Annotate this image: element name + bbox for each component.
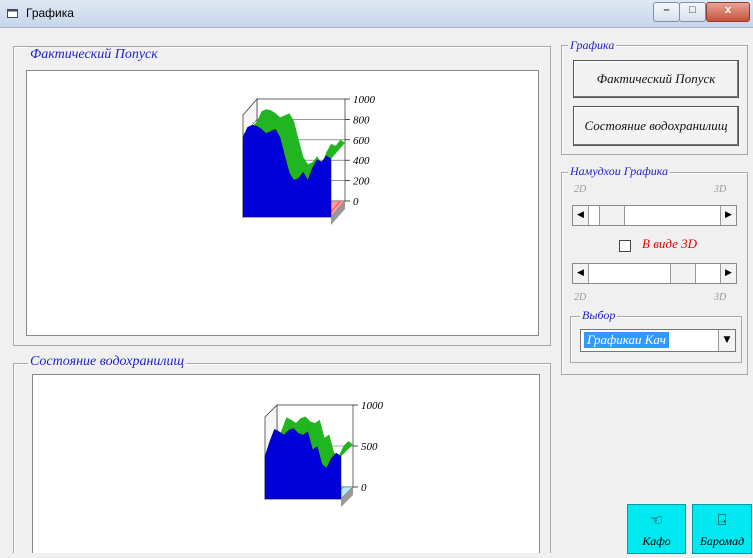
pointing-hand-icon: ☜ (649, 511, 664, 529)
y-tick-label: 1000 (361, 400, 384, 412)
maximize-icon: □ (689, 4, 696, 16)
maximize-button[interactable]: □ (679, 2, 706, 22)
y-tick-label: 800 (353, 114, 370, 126)
label-2d-top: 2D (574, 184, 587, 195)
baromad-label: Баромад (699, 534, 745, 548)
minimize-button[interactable]: – (653, 2, 680, 22)
chart-type-select[interactable]: Графикаи Кач ▼ (580, 329, 736, 352)
label-2d-bottom: 2D (574, 292, 587, 303)
view-slider-top[interactable]: ◀ ▶ (572, 205, 737, 226)
actual-release-legend: Фактический Попуск (28, 47, 160, 63)
choice-group-legend: Выбор (580, 308, 618, 323)
close-button[interactable]: x (706, 2, 750, 22)
y-tick-label: 1000 (353, 94, 376, 106)
y-tick-label: 600 (353, 135, 370, 147)
display-group-legend: Намудхои Графика (568, 164, 671, 179)
y-tick-label: 400 (353, 155, 370, 167)
chevron-down-icon[interactable]: ▼ (718, 330, 735, 351)
baromad-button[interactable]: ⍈ Баромад (692, 504, 752, 554)
slider-right-arrow-icon[interactable]: ▶ (720, 264, 736, 283)
actual-release-chart-panel: 1000 800 600 400 200 0 (26, 70, 539, 336)
slider-thumb[interactable] (669, 264, 696, 283)
y-tick-label: 0 (353, 196, 359, 208)
selected-value: Графикаи Кач (584, 332, 669, 348)
reservoir-state-chart-panel: 1000 500 0 (32, 374, 540, 553)
slider-thumb[interactable] (598, 206, 625, 225)
kafo-button[interactable]: ☜ Кафо (627, 504, 686, 554)
exit-door-icon: ⍈ (717, 511, 727, 529)
view-3d-checkbox-label: В виде 3D (642, 236, 697, 251)
title-bar: Графика – □ x (0, 0, 753, 28)
reservoir-state-legend: Состояние водохранилищ (28, 354, 187, 370)
label-3d-top: 3D (714, 184, 727, 195)
window-title: Графика (26, 6, 74, 20)
y-tick-label: 500 (361, 441, 378, 453)
slider-right-arrow-icon[interactable]: ▶ (720, 206, 736, 225)
minimize-icon: – (663, 4, 670, 16)
app-icon (7, 9, 18, 18)
close-icon: x (724, 4, 732, 16)
reservoir-state-chart: 1000 500 0 (264, 400, 384, 507)
y-tick-label: 0 (361, 482, 367, 494)
label-3d-bottom: 3D (714, 292, 727, 303)
view-3d-checkbox[interactable] (619, 240, 631, 252)
graphics-group-legend: Графика (568, 38, 617, 53)
actual-release-button[interactable]: Фактический Попуск (573, 60, 739, 98)
reservoir-state-button[interactable]: Состояние водохранилищ (573, 106, 739, 146)
y-tick-label: 200 (353, 176, 370, 188)
kafo-label: Кафо (642, 534, 671, 548)
view-slider-bottom[interactable]: ◀ ▶ (572, 263, 737, 284)
actual-release-chart: 1000 800 600 400 200 0 (242, 94, 376, 225)
slider-left-arrow-icon[interactable]: ◀ (573, 264, 589, 283)
slider-left-arrow-icon[interactable]: ◀ (573, 206, 589, 225)
